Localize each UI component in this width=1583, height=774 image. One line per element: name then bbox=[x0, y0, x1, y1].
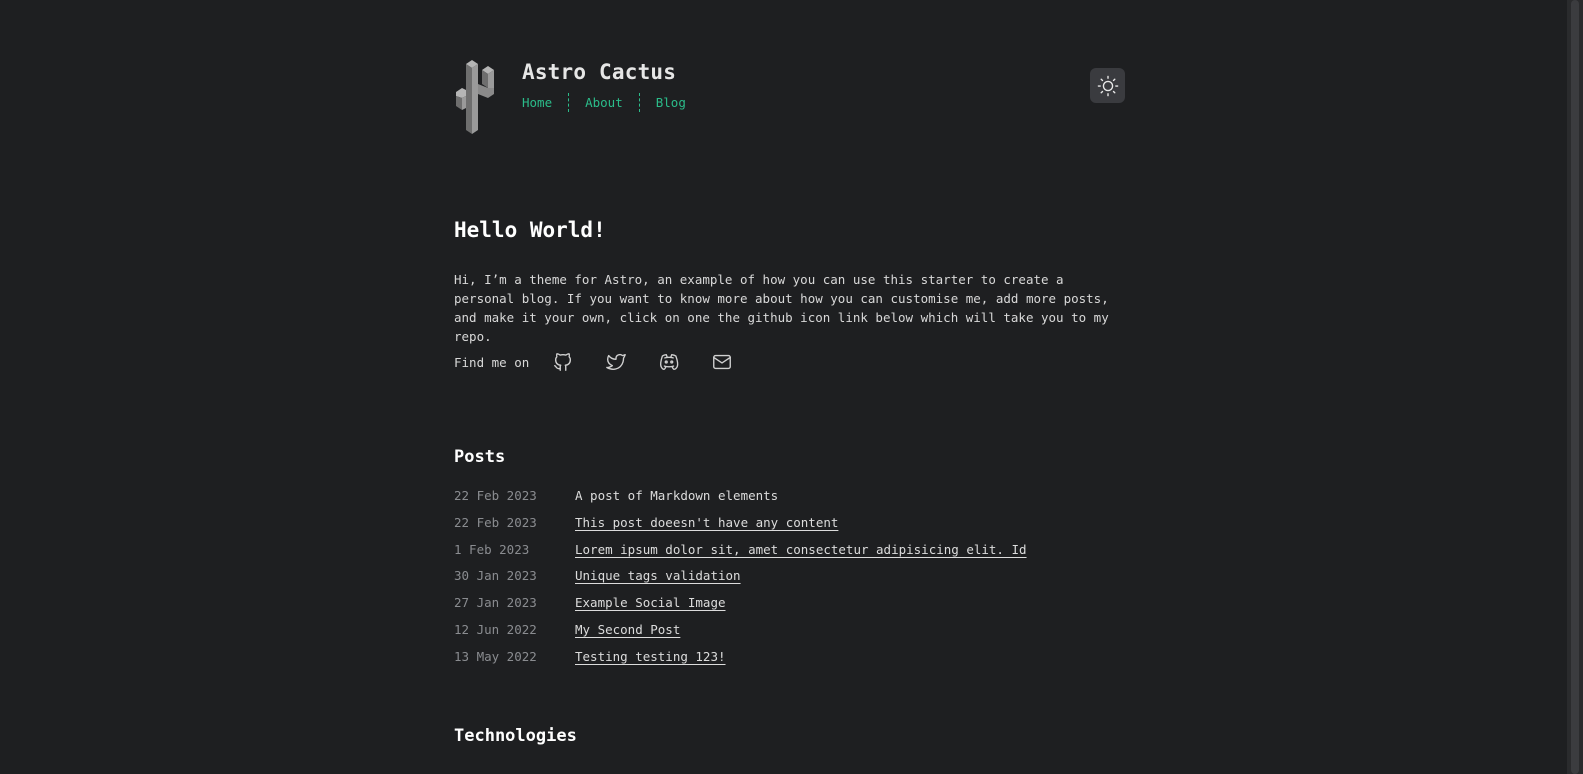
twitter-icon bbox=[605, 351, 627, 373]
post-date: 30 Jan 2023 bbox=[454, 568, 537, 584]
post-date: 13 May 2022 bbox=[454, 648, 537, 664]
list-item: 12 Jun 2022 My Second Post bbox=[454, 620, 1027, 647]
post-link[interactable]: My Second Post bbox=[575, 620, 680, 647]
posts-section-title: Posts bbox=[454, 447, 506, 467]
list-item: 1 Feb 2023 Lorem ipsum dolor sit, amet c… bbox=[454, 540, 1027, 567]
post-date: 1 Feb 2023 bbox=[454, 541, 530, 557]
mail-icon bbox=[711, 351, 733, 373]
sun-icon bbox=[1097, 75, 1119, 97]
list-item: 30 Jan 2023 Unique tags validation bbox=[454, 566, 1027, 593]
list-item: 27 Jan 2023 Example Social Image bbox=[454, 593, 1027, 620]
post-link[interactable]: A post of Markdown elements bbox=[575, 486, 778, 513]
list-item: 22 Feb 2023 A post of Markdown elements bbox=[454, 486, 1027, 513]
twitter-link[interactable] bbox=[598, 350, 634, 374]
post-link[interactable]: Example Social Image bbox=[575, 593, 726, 620]
github-link[interactable] bbox=[545, 350, 581, 374]
technologies-section-title: Technologies bbox=[454, 726, 577, 746]
post-link[interactable]: This post doeesn't have any content bbox=[575, 513, 838, 540]
cactus-logo-icon[interactable] bbox=[454, 58, 500, 136]
nav-home-link[interactable]: Home bbox=[522, 93, 568, 112]
site-header: Astro Cactus Home About Blog bbox=[454, 0, 1126, 140]
post-link[interactable]: Unique tags validation bbox=[575, 566, 741, 593]
posts-list: 22 Feb 2023 A post of Markdown elements … bbox=[454, 486, 1027, 674]
email-link[interactable] bbox=[704, 350, 740, 374]
site-title[interactable]: Astro Cactus bbox=[522, 60, 676, 84]
post-link[interactable]: Testing testing 123! bbox=[575, 647, 726, 674]
nav-about-link[interactable]: About bbox=[568, 93, 639, 112]
nav-blog-link[interactable]: Blog bbox=[638, 93, 702, 112]
hero-title: Hello World! bbox=[454, 218, 606, 242]
post-date: 27 Jan 2023 bbox=[454, 595, 537, 611]
post-date: 22 Feb 2023 bbox=[454, 488, 537, 503]
page-container: Astro Cactus Home About Blog Hello World… bbox=[454, 0, 1126, 746]
discord-icon bbox=[658, 351, 680, 373]
find-me-label: Find me on bbox=[454, 354, 530, 370]
post-date: 12 Jun 2022 bbox=[454, 621, 537, 637]
list-item: 13 May 2022 Testing testing 123! bbox=[454, 647, 1027, 674]
hero-text: Hi, I’m a theme for Astro, an example of… bbox=[454, 272, 1109, 344]
scrollbar-thumb[interactable] bbox=[1571, 0, 1579, 774]
page-scrollbar[interactable] bbox=[1567, 0, 1583, 774]
github-icon bbox=[552, 351, 574, 373]
social-links: Find me on bbox=[454, 350, 757, 374]
theme-toggle-button[interactable] bbox=[1090, 68, 1125, 103]
discord-link[interactable] bbox=[651, 350, 687, 374]
post-link[interactable]: Lorem ipsum dolor sit, amet consectetur … bbox=[575, 540, 1027, 567]
post-date: 22 Feb 2023 bbox=[454, 514, 537, 530]
list-item: 22 Feb 2023 This post doeesn't have any … bbox=[454, 513, 1027, 540]
main-nav: Home About Blog bbox=[522, 93, 702, 112]
